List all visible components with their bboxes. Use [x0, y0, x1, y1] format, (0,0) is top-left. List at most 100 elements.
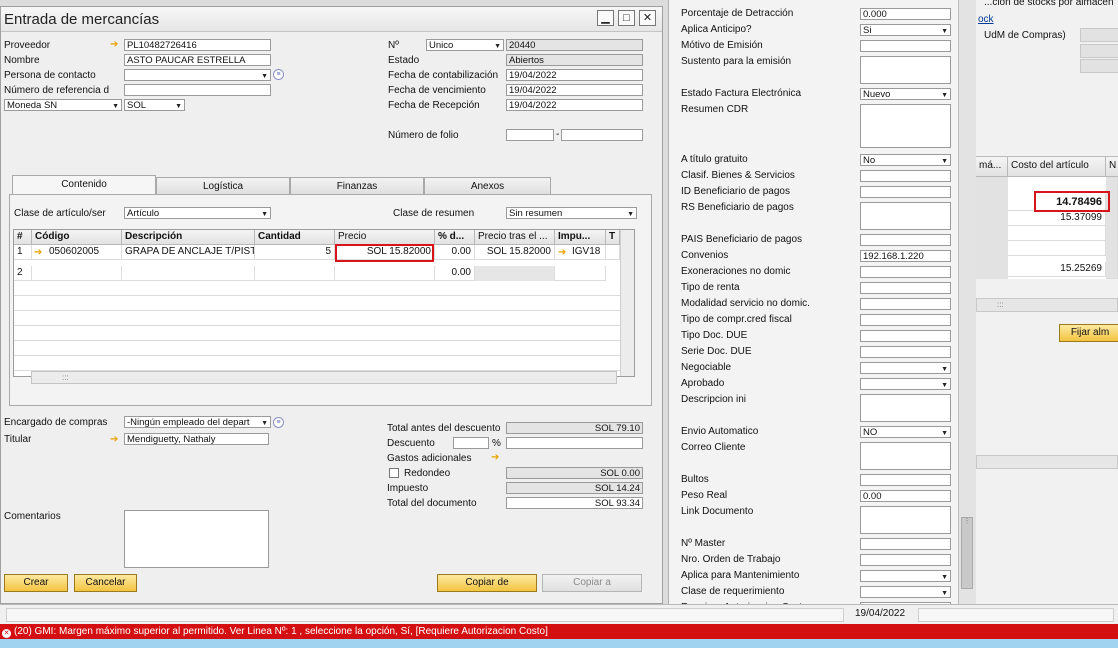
- fijar-alm-button[interactable]: Fijar alm: [1059, 324, 1118, 342]
- udf-field[interactable]: [860, 186, 951, 198]
- udf-field[interactable]: [860, 442, 951, 470]
- impuesto-cell[interactable]: [555, 266, 606, 281]
- udf-select[interactable]: No: [860, 154, 951, 166]
- redondeo-checkbox[interactable]: [389, 468, 399, 478]
- udf-field[interactable]: [860, 346, 951, 358]
- t-cell[interactable]: [606, 245, 620, 260]
- udf-field[interactable]: [860, 330, 951, 342]
- crear-button[interactable]: Crear: [4, 574, 68, 592]
- udf-field[interactable]: [860, 40, 951, 52]
- info-icon[interactable]: ≡: [273, 417, 284, 428]
- referencia-field[interactable]: [124, 84, 271, 96]
- fcont-field[interactable]: 19/04/2022: [506, 69, 643, 81]
- bg-col-ma: má...: [976, 157, 1008, 177]
- col-impuesto[interactable]: Impu...: [555, 230, 606, 245]
- clase-resumen-select[interactable]: Sin resumen: [506, 207, 637, 219]
- descuento-cell[interactable]: 0.00: [435, 245, 475, 260]
- frec-field[interactable]: 19/04/2022: [506, 99, 643, 111]
- udf-field[interactable]: 0.000: [860, 8, 951, 20]
- udf-field[interactable]: 192.168.1.220: [860, 250, 951, 262]
- udf-select[interactable]: [860, 378, 951, 390]
- nombre-field[interactable]: ASTO PAUCAR ESTRELLA: [124, 54, 271, 66]
- udf-field[interactable]: [860, 298, 951, 310]
- close-button[interactable]: ✕: [639, 10, 656, 26]
- link-arrow-icon[interactable]: ➔: [110, 435, 121, 445]
- col-precio-tras[interactable]: Precio tras el ...: [475, 230, 555, 245]
- contacto-select[interactable]: [124, 69, 271, 81]
- clase-articulo-select[interactable]: Artículo: [124, 207, 271, 219]
- col-descripcion[interactable]: Descripción: [122, 230, 255, 245]
- cantidad-cell[interactable]: 5: [255, 245, 335, 260]
- udf-field[interactable]: [860, 282, 951, 294]
- udf-select[interactable]: NO: [860, 426, 951, 438]
- udf-vscroll[interactable]: ⋮: [958, 0, 976, 604]
- col-precio[interactable]: Precio: [335, 230, 435, 245]
- udf-select[interactable]: Si: [860, 24, 951, 36]
- udf-field[interactable]: [860, 554, 951, 566]
- descripcion-cell[interactable]: GRAPA DE ANCLAJE T/PIST: [122, 245, 255, 260]
- udf-field[interactable]: [860, 506, 951, 534]
- col-descuento[interactable]: % d...: [435, 230, 475, 245]
- folio-prefix-field[interactable]: [506, 129, 554, 141]
- link-arrow-icon[interactable]: ➔: [34, 248, 45, 258]
- cancelar-button[interactable]: Cancelar: [74, 574, 137, 592]
- bg-hscroll[interactable]: :::: [976, 298, 1118, 312]
- udf-field[interactable]: [860, 538, 951, 550]
- col-t[interactable]: T: [606, 230, 620, 245]
- serie-select[interactable]: Unico: [426, 39, 504, 51]
- udf-label: Clase de requerimiento: [681, 586, 785, 597]
- link-arrow-icon[interactable]: ➔: [491, 453, 502, 463]
- descripcion-cell[interactable]: [122, 266, 255, 281]
- udf-field[interactable]: [860, 474, 951, 486]
- minimize-button[interactable]: ▁: [597, 10, 614, 26]
- bg-cost-2: 15.37099: [1008, 211, 1106, 226]
- udf-field[interactable]: [860, 266, 951, 278]
- udf-field[interactable]: 0.00: [860, 490, 951, 502]
- bg-stock-link[interactable]: ock: [978, 14, 994, 25]
- proveedor-field[interactable]: PL10482726416: [124, 39, 271, 51]
- encargado-select[interactable]: -Ningún empleado del depart: [124, 416, 271, 428]
- udf-label: Tipo de compr.cred fiscal: [681, 314, 792, 325]
- udf-field[interactable]: [860, 202, 951, 230]
- tab-logistica[interactable]: Logística: [156, 177, 290, 195]
- udf-scroll-thumb[interactable]: ⋮: [961, 517, 973, 589]
- tab-finanzas[interactable]: Finanzas: [290, 177, 424, 195]
- link-arrow-icon[interactable]: ➔: [110, 40, 121, 50]
- info-icon[interactable]: ≡: [273, 69, 284, 80]
- comentarios-textarea[interactable]: [124, 510, 269, 568]
- udf-field[interactable]: [860, 394, 951, 422]
- moneda-sn-select[interactable]: Moneda SN: [4, 99, 122, 111]
- codigo-cell[interactable]: [32, 266, 122, 281]
- descuento-cell[interactable]: 0.00: [435, 266, 475, 281]
- grid-vscroll[interactable]: [620, 230, 634, 376]
- tab-contenido[interactable]: Contenido: [12, 175, 156, 195]
- error-message-bar[interactable]: ✕ (20) GMI: Margen máximo superior al per…: [0, 624, 1118, 639]
- precio-tras-cell[interactable]: SOL 15.82000: [475, 245, 555, 260]
- udf-field[interactable]: [860, 234, 951, 246]
- folio-number-field[interactable]: [561, 129, 643, 141]
- fvenc-field[interactable]: 19/04/2022: [506, 84, 643, 96]
- redondeo-field: SOL 0.00: [506, 467, 643, 479]
- grid-hscroll[interactable]: :::: [31, 371, 617, 384]
- moneda-select[interactable]: SOL: [124, 99, 185, 111]
- udf-field[interactable]: [860, 170, 951, 182]
- udf-field[interactable]: [860, 314, 951, 326]
- cantidad-cell[interactable]: [255, 266, 335, 281]
- col-codigo[interactable]: Código: [32, 230, 122, 245]
- copiar-de-button[interactable]: Copiar de: [437, 574, 537, 592]
- maximize-button[interactable]: □: [618, 10, 635, 26]
- udf-field[interactable]: [860, 104, 951, 148]
- descuento-field[interactable]: [506, 437, 643, 449]
- descuento-pct-field[interactable]: [453, 437, 489, 449]
- titular-field[interactable]: Mendiguetty, Nathaly: [124, 433, 269, 445]
- link-arrow-icon[interactable]: ➔: [558, 248, 569, 258]
- tab-anexos[interactable]: Anexos: [424, 177, 551, 195]
- codigo-cell[interactable]: 050602005: [32, 245, 122, 260]
- udf-select[interactable]: [860, 362, 951, 374]
- precio-cell[interactable]: [335, 266, 435, 281]
- udf-select[interactable]: Nuevo: [860, 88, 951, 100]
- col-cantidad[interactable]: Cantidad: [255, 230, 335, 245]
- udf-select[interactable]: [860, 586, 951, 598]
- udf-field[interactable]: [860, 56, 951, 84]
- udf-select[interactable]: [860, 570, 951, 582]
